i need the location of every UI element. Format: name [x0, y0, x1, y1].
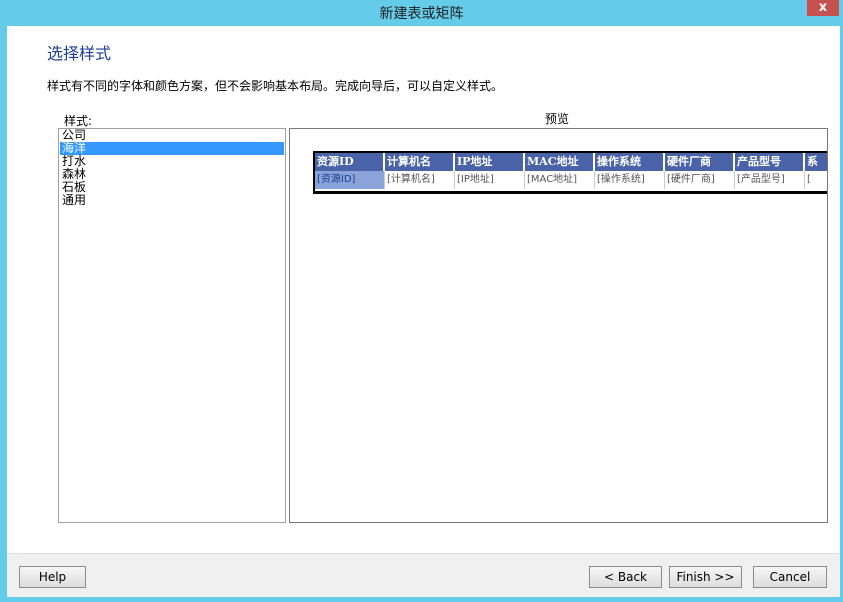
- preview-data-cell: [硬件厂商]: [665, 171, 735, 189]
- preview-data-cell: [计算机名]: [385, 171, 455, 189]
- preview-data-cell: [产品型号]: [735, 171, 805, 189]
- styles-label: 样式:: [64, 114, 93, 128]
- preview-data-cell: [操作系统]: [595, 171, 665, 189]
- preview-header-row: 资源ID 计算机名 IP地址 MAC地址 操作系统 硬件厂商 产品型号 系: [315, 153, 827, 171]
- style-item-ocean[interactable]: 海洋: [60, 142, 284, 155]
- preview-panel: 资源ID 计算机名 IP地址 MAC地址 操作系统 硬件厂商 产品型号 系 [资…: [289, 128, 828, 523]
- style-item-company[interactable]: 公司: [60, 129, 284, 142]
- preview-table-border: [313, 191, 827, 194]
- help-button[interactable]: Help: [19, 566, 86, 588]
- preview-data-cell: [资源ID]: [315, 171, 385, 189]
- button-bar: Help < Back Finish >> Cancel: [7, 553, 840, 597]
- style-item-3[interactable]: 打水: [60, 155, 284, 168]
- page-heading: 选择样式: [47, 44, 112, 63]
- window-title: 新建表或矩阵: [379, 6, 464, 22]
- preview-header-cell: 操作系统: [595, 153, 665, 171]
- page-description: 样式有不同的字体和颜色方案，但不会影响基本布局。完成向导后，可以自定义样式。: [47, 79, 504, 93]
- preview-header-cell: 资源ID: [315, 153, 385, 171]
- close-button[interactable]: x: [807, 0, 839, 16]
- back-button[interactable]: < Back: [589, 566, 662, 588]
- preview-data-cell: [: [805, 171, 827, 189]
- cancel-button[interactable]: Cancel: [753, 566, 827, 588]
- preview-header-cell: 计算机名: [385, 153, 455, 171]
- preview-header-cell: 硬件厂商: [665, 153, 735, 171]
- style-item-slate[interactable]: 石板: [60, 181, 284, 194]
- preview-data-cell: [MAC地址]: [525, 171, 595, 189]
- style-item-generic[interactable]: 通用: [60, 194, 284, 207]
- preview-table: 资源ID 计算机名 IP地址 MAC地址 操作系统 硬件厂商 产品型号 系 [资…: [313, 151, 827, 193]
- preview-header-cell: MAC地址: [525, 153, 595, 171]
- preview-data-row: [资源ID] [计算机名] [IP地址] [MAC地址] [操作系统] [硬件厂…: [315, 171, 827, 189]
- preview-label: 预览: [545, 112, 570, 126]
- title-bar: 新建表或矩阵 x: [0, 0, 843, 26]
- finish-button[interactable]: Finish >>: [669, 566, 742, 588]
- preview-header-cell: IP地址: [455, 153, 525, 171]
- preview-data-cell: [IP地址]: [455, 171, 525, 189]
- preview-header-cell: 系: [805, 153, 827, 171]
- style-listbox[interactable]: 公司 海洋 打水 森林 石板 通用: [58, 128, 286, 523]
- style-item-forest[interactable]: 森林: [60, 168, 284, 181]
- wizard-body: 选择样式 样式有不同的字体和颜色方案，但不会影响基本布局。完成向导后，可以自定义…: [7, 26, 840, 597]
- preview-header-cell: 产品型号: [735, 153, 805, 171]
